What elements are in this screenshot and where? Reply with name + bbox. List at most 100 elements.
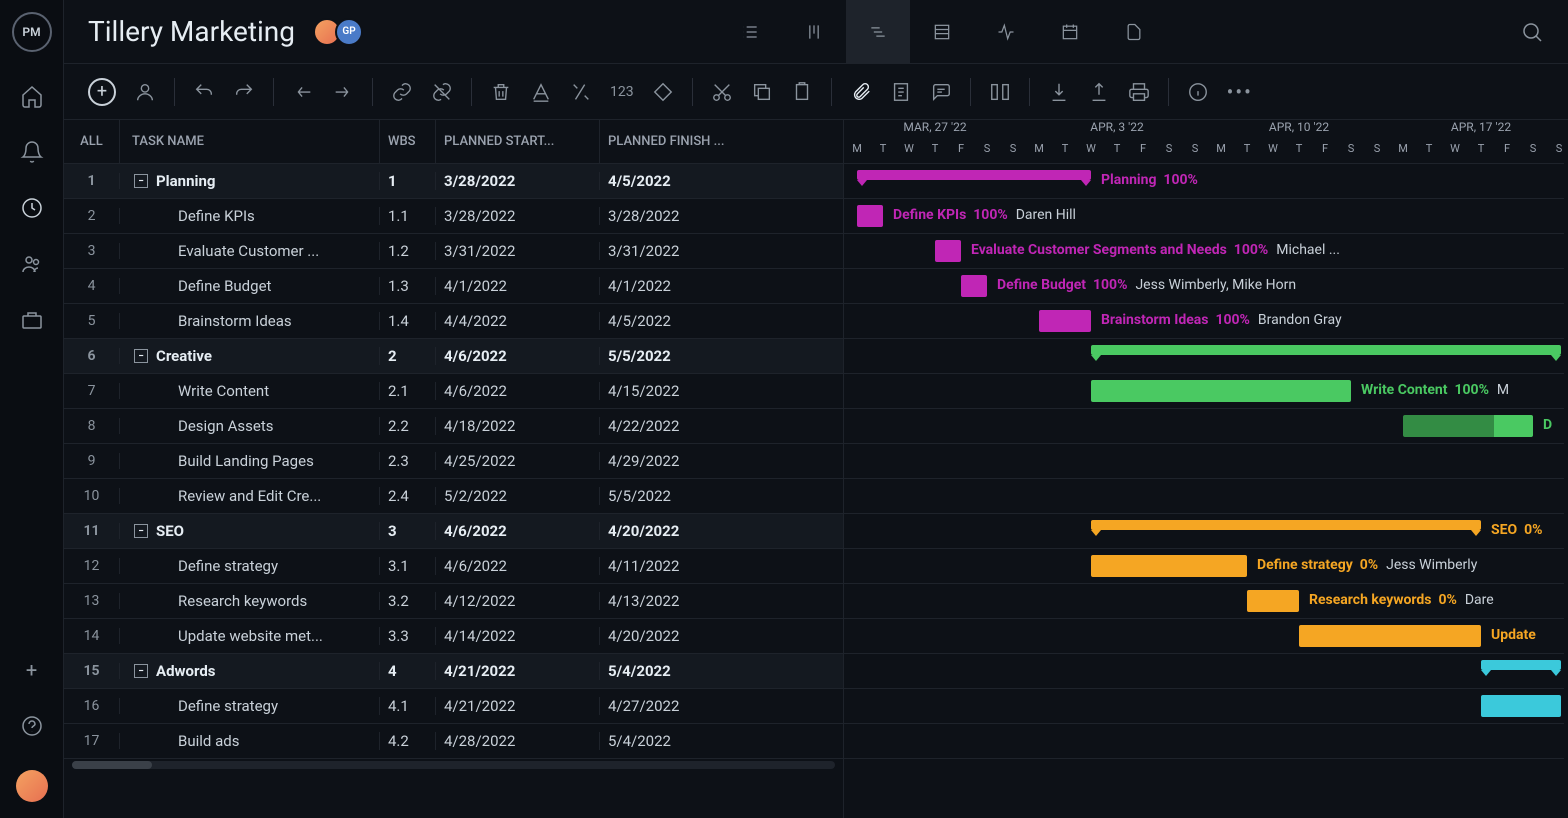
collapse-icon[interactable]: −: [134, 524, 148, 538]
gantt-bar[interactable]: [1091, 520, 1481, 530]
table-row[interactable]: 1−Planning13/28/20224/5/2022: [64, 164, 843, 199]
gantt-bar[interactable]: [857, 170, 1091, 180]
gantt-row[interactable]: D: [844, 409, 1564, 444]
table-row[interactable]: 3Evaluate Customer ...1.23/31/20223/31/2…: [64, 234, 843, 269]
unlink-icon[interactable]: [431, 81, 453, 103]
bell-icon[interactable]: [20, 140, 44, 164]
assign-icon[interactable]: [134, 81, 156, 103]
gantt-bar[interactable]: [1091, 345, 1561, 355]
gantt-bar[interactable]: [935, 240, 961, 262]
info-icon[interactable]: [1187, 81, 1209, 103]
table-row[interactable]: 11−SEO34/6/20224/20/2022: [64, 514, 843, 549]
gantt-row[interactable]: [844, 479, 1564, 514]
view-gantt[interactable]: [846, 0, 910, 64]
outdent-icon[interactable]: [292, 81, 314, 103]
view-files[interactable]: [1102, 0, 1166, 64]
col-planned-start[interactable]: PLANNED START...: [436, 120, 600, 163]
gantt-row[interactable]: [844, 339, 1564, 374]
table-row[interactable]: 9Build Landing Pages2.34/25/20224/29/202…: [64, 444, 843, 479]
view-calendar[interactable]: [1038, 0, 1102, 64]
table-row[interactable]: 5Brainstorm Ideas1.44/4/20224/5/2022: [64, 304, 843, 339]
gantt-bar[interactable]: [1481, 660, 1561, 670]
gantt-bar[interactable]: [1299, 625, 1481, 647]
task-name-cell[interactable]: −SEO: [120, 522, 380, 540]
gantt-bar[interactable]: [1247, 590, 1299, 612]
table-row[interactable]: 12Define strategy3.14/6/20224/11/2022: [64, 549, 843, 584]
col-all[interactable]: ALL: [64, 120, 120, 163]
home-icon[interactable]: [20, 84, 44, 108]
user-avatar[interactable]: [16, 770, 48, 802]
text-style-icon[interactable]: [530, 81, 552, 103]
print-icon[interactable]: [1128, 81, 1150, 103]
search-icon[interactable]: [1520, 20, 1544, 44]
table-row[interactable]: 2Define KPIs1.13/28/20223/28/2022: [64, 199, 843, 234]
gantt-row[interactable]: [844, 724, 1564, 759]
gantt-row[interactable]: [844, 654, 1564, 689]
task-name-cell[interactable]: Research keywords: [120, 592, 380, 610]
copy-icon[interactable]: [751, 81, 773, 103]
task-name-cell[interactable]: Update website met...: [120, 627, 380, 645]
comments-icon[interactable]: [930, 81, 952, 103]
gantt-row[interactable]: Write Content 100%M: [844, 374, 1564, 409]
view-board[interactable]: [782, 0, 846, 64]
gantt-bar[interactable]: [1091, 555, 1247, 577]
gantt-row[interactable]: SEO 0%: [844, 514, 1564, 549]
table-row[interactable]: 4Define Budget1.34/1/20224/1/2022: [64, 269, 843, 304]
col-planned-finish[interactable]: PLANNED FINISH ...: [600, 120, 764, 163]
task-name-cell[interactable]: Define Budget: [120, 277, 380, 295]
table-row[interactable]: 8Design Assets2.24/18/20224/22/2022: [64, 409, 843, 444]
columns-icon[interactable]: [989, 81, 1011, 103]
gantt-row[interactable]: Define Budget 100%Jess Wimberly, Mike Ho…: [844, 269, 1564, 304]
collapse-icon[interactable]: −: [134, 349, 148, 363]
gantt-row[interactable]: Brainstorm Ideas 100%Brandon Gray: [844, 304, 1564, 339]
redo-icon[interactable]: [233, 81, 255, 103]
undo-icon[interactable]: [193, 81, 215, 103]
view-activity[interactable]: [974, 0, 1038, 64]
table-row[interactable]: 6−Creative24/6/20225/5/2022: [64, 339, 843, 374]
team-icon[interactable]: [20, 252, 44, 276]
add-task-button[interactable]: +: [88, 78, 116, 106]
task-name-cell[interactable]: Build ads: [120, 732, 380, 750]
task-name-cell[interactable]: Evaluate Customer ...: [120, 242, 380, 260]
notes-icon[interactable]: [890, 81, 912, 103]
task-name-cell[interactable]: Define strategy: [120, 557, 380, 575]
number-label[interactable]: 123: [610, 84, 634, 100]
delete-icon[interactable]: [490, 81, 512, 103]
col-task-name[interactable]: TASK NAME: [120, 120, 380, 163]
import-icon[interactable]: [1048, 81, 1070, 103]
gantt-row[interactable]: Planning 100%: [844, 164, 1564, 199]
gantt-row[interactable]: Define strategy 0%Jess Wimberly: [844, 549, 1564, 584]
clear-format-icon[interactable]: [570, 81, 592, 103]
table-row[interactable]: 14Update website met...3.34/14/20224/20/…: [64, 619, 843, 654]
gantt-row[interactable]: [844, 689, 1564, 724]
gantt-row[interactable]: Define KPIs 100%Daren Hill: [844, 199, 1564, 234]
gantt-row[interactable]: Evaluate Customer Segments and Needs 100…: [844, 234, 1564, 269]
task-name-cell[interactable]: −Creative: [120, 347, 380, 365]
collapse-icon[interactable]: −: [134, 174, 148, 188]
gantt-bar[interactable]: [1403, 415, 1533, 437]
gantt-row[interactable]: Update: [844, 619, 1564, 654]
gantt-row[interactable]: [844, 444, 1564, 479]
view-list[interactable]: [718, 0, 782, 64]
table-row[interactable]: 7Write Content2.14/6/20224/15/2022: [64, 374, 843, 409]
table-row[interactable]: 17Build ads4.24/28/20225/4/2022: [64, 724, 843, 759]
table-row[interactable]: 16Define strategy4.14/21/20224/27/2022: [64, 689, 843, 724]
cut-icon[interactable]: [711, 81, 733, 103]
task-name-cell[interactable]: Design Assets: [120, 417, 380, 435]
recent-icon[interactable]: [20, 196, 44, 220]
paste-icon[interactable]: [791, 81, 813, 103]
gantt-chart[interactable]: MAR, 27 '22APR, 3 '22APR, 10 '22APR, 17 …: [844, 120, 1568, 818]
task-name-cell[interactable]: −Planning: [120, 172, 380, 190]
col-wbs[interactable]: WBS: [380, 120, 436, 163]
grid-h-scrollbar[interactable]: [64, 761, 843, 773]
task-name-cell[interactable]: Brainstorm Ideas: [120, 312, 380, 330]
table-row[interactable]: 10Review and Edit Cre...2.45/2/20225/5/2…: [64, 479, 843, 514]
attachment-icon[interactable]: [850, 81, 872, 103]
more-menu[interactable]: •••: [1227, 80, 1253, 104]
member-avatar-2[interactable]: GP: [335, 18, 363, 46]
link-icon[interactable]: [391, 81, 413, 103]
task-name-cell[interactable]: Write Content: [120, 382, 380, 400]
export-icon[interactable]: [1088, 81, 1110, 103]
project-members[interactable]: GP: [319, 18, 363, 46]
gantt-bar[interactable]: [1039, 310, 1091, 332]
